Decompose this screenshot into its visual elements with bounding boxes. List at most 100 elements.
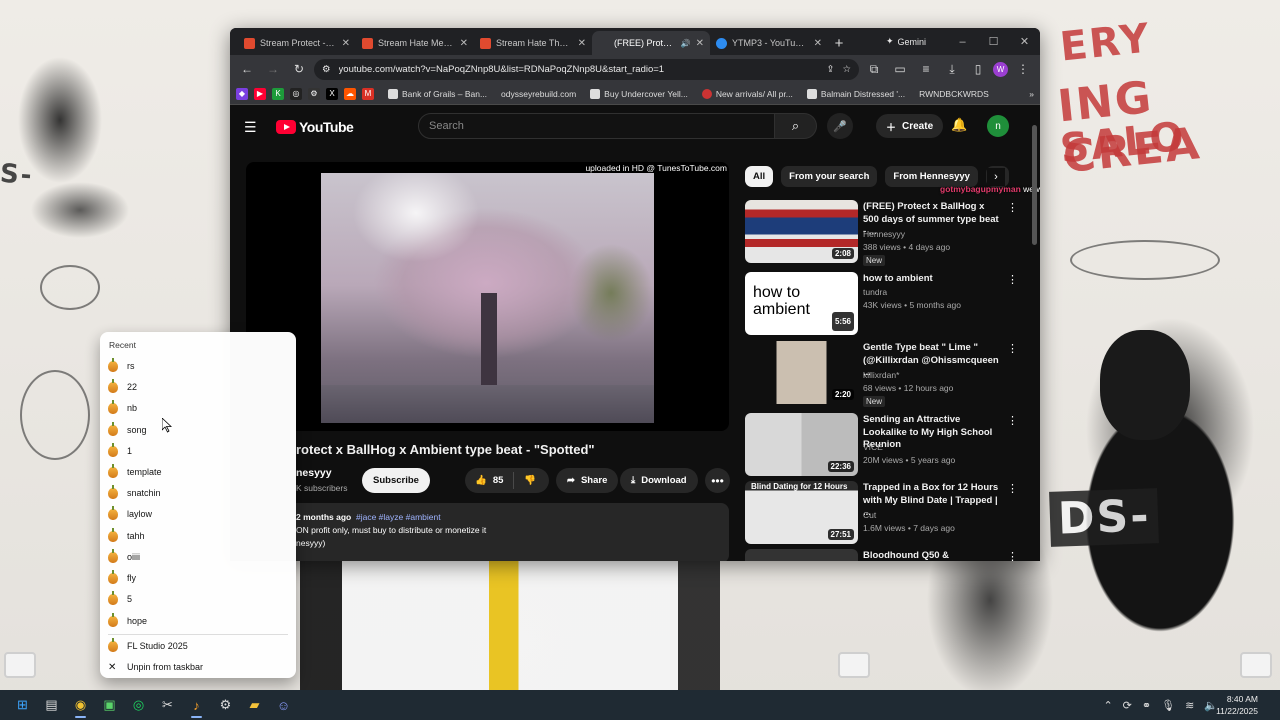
taskbar-clock[interactable]: 8:40 AM 11/22/2025 [1216, 693, 1258, 717]
discord-icon[interactable]: ☺ [269, 692, 298, 718]
gmail-icon[interactable]: M [362, 87, 374, 100]
address-bar[interactable]: ⚙ youtube.com/watch?v=NaPoqZNnp8U&list=R… [314, 58, 859, 80]
video-description[interactable]: 2 months ago #jace #layze #ambient ON pr… [246, 503, 729, 561]
reading-list-icon[interactable]: ≡ [915, 58, 937, 80]
close-window-icon[interactable]: ✕ [1009, 28, 1040, 55]
new-tab-button[interactable]: + [828, 31, 850, 55]
speaker-icon[interactable]: 🔊 [681, 39, 691, 48]
recent-file-item[interactable]: snatchin [108, 483, 288, 503]
wifi-icon[interactable]: ≋ [1185, 699, 1194, 712]
recommended-video[interactable]: Blind Dating for 12 Hours 27:51 Trapped i… [745, 481, 1025, 545]
subscribe-button[interactable]: Subscribe [362, 468, 430, 493]
bookmark-item[interactable]: odysseyrebuild.com [501, 89, 576, 99]
recent-file-item[interactable]: 5 [108, 589, 288, 609]
recent-file-item[interactable]: rs [108, 356, 288, 376]
bookmark-item[interactable]: RWNDBCKWRDS [919, 89, 989, 99]
microphone-icon[interactable]: 🎙 [1161, 699, 1175, 712]
browser-tab[interactable]: Stream Protect - Ne ✕ [238, 31, 356, 55]
browser-tab[interactable]: YTMP3 - YouTube t ✕ [710, 31, 828, 55]
recent-file-item[interactable]: oiiii [108, 547, 288, 567]
sync-icon[interactable]: ⟳ [1123, 699, 1132, 712]
search-button[interactable]: ⌕ [775, 113, 817, 139]
fl-studio-icon[interactable]: ♪ [182, 692, 211, 718]
launch-app-item[interactable]: FL Studio 2025 [108, 636, 288, 656]
recent-file-item[interactable]: hope [108, 611, 288, 631]
page-scrollbar[interactable] [1032, 105, 1037, 561]
recommended-video[interactable]: 22:36 Sending an Attractive Lookalike to… [745, 413, 1025, 477]
video-options-kebab-icon[interactable]: ⋮ [1007, 414, 1018, 427]
recent-file-item[interactable]: fly [108, 568, 288, 588]
video-thumbnail[interactable] [745, 549, 858, 561]
hamburger-menu-icon[interactable]: ☰ [244, 119, 264, 136]
steam-icon[interactable]: ⚙ [211, 692, 240, 718]
install-app-icon[interactable]: ⇪ [827, 64, 835, 75]
unpin-item[interactable]: ✕ Unpin from taskbar [108, 657, 288, 677]
chip-all[interactable]: All [745, 166, 774, 187]
recent-file-item[interactable]: tahh [108, 526, 288, 546]
sidebar-icon[interactable]: ▯ [967, 58, 989, 80]
chevron-up-icon[interactable]: ⌃ [1103, 699, 1112, 712]
recent-file-item[interactable]: 1 [108, 441, 288, 461]
youtube-bookmark-icon[interactable]: ▶ [254, 87, 266, 100]
bookmark-item[interactable]: Buy Undercover Yell... [590, 88, 688, 99]
extensions-icon[interactable]: ⧉ [863, 58, 885, 80]
channel-name[interactable]: nesyyy [296, 467, 332, 479]
recent-file-item[interactable]: nb [108, 398, 288, 418]
windows-start-icon[interactable]: ⊞ [8, 692, 37, 718]
close-icon[interactable]: ✕ [342, 38, 350, 49]
folder-icon[interactable]: ▰ [240, 692, 269, 718]
forward-icon[interactable]: → [262, 58, 284, 80]
video-options-kebab-icon[interactable]: ⋮ [1007, 273, 1018, 286]
menu-kebab-icon[interactable]: ⋮ [1012, 58, 1034, 80]
maximize-icon[interactable]: ☐ [978, 28, 1009, 55]
scrollbar-thumb[interactable] [1032, 125, 1037, 245]
gemini-button[interactable]: ✦ Gemini [878, 32, 934, 51]
browser-tab[interactable]: Stream Hate Me 2 l ✕ [356, 31, 474, 55]
android-icon[interactable]: ▣ [95, 692, 124, 718]
x-icon[interactable]: X [326, 87, 338, 100]
recommended-video[interactable]: 2:08 (FREE) Protect x BallHog x 500 days… [745, 200, 1025, 266]
network-icon[interactable]: ⚭ [1142, 699, 1151, 712]
youtube-logo[interactable]: YouTube [276, 119, 354, 135]
bookmark-item[interactable]: Balmain Distressed '... [806, 88, 905, 99]
capcut-icon[interactable]: ✂ [153, 692, 182, 718]
video-options-kebab-icon[interactable]: ⋮ [1007, 550, 1018, 561]
file-manager-icon[interactable]: ▤ [37, 692, 66, 718]
create-button[interactable]: ＋ Create [876, 114, 944, 138]
bookmark-app-icon[interactable]: ⚙ [308, 87, 320, 100]
minimize-icon[interactable]: – [947, 28, 978, 55]
share-button[interactable]: ➦ Share [556, 468, 619, 493]
bookmarks-overflow-button[interactable]: » [1029, 89, 1034, 99]
recommended-video[interactable]: Bloodhound Q50 & VonOff1700 ⋮ [745, 549, 1025, 561]
recent-file-item[interactable]: song [108, 420, 288, 440]
site-info-icon[interactable]: ⚙ [322, 64, 331, 75]
browser-tab-active[interactable]: (FREE) Protect x 🔊 ✕ [592, 31, 710, 55]
video-options-kebab-icon[interactable]: ⋮ [1007, 342, 1018, 355]
more-actions-button[interactable]: ••• [705, 468, 730, 493]
soundcloud-bookmark-icon[interactable]: ☁ [344, 87, 356, 100]
bookmark-app-icon[interactable]: ◆ [236, 87, 248, 100]
video-thumbnail[interactable]: 22:36 [745, 413, 858, 476]
video-thumbnail[interactable]: 2:08 [745, 200, 858, 263]
video-options-kebab-icon[interactable]: ⋮ [1007, 201, 1018, 214]
downloads-icon[interactable]: ⤓ [941, 58, 963, 80]
recent-file-item[interactable]: laylow [108, 504, 288, 524]
browser-tab[interactable]: Stream Hate The M ✕ [474, 31, 592, 55]
chip-from-your-search[interactable]: From your search [781, 166, 878, 187]
reload-icon[interactable]: ↻ [288, 58, 310, 80]
video-thumbnail[interactable]: 2:20 [745, 341, 858, 404]
bookmark-star-icon[interactable]: ☆ [842, 64, 851, 75]
search-input[interactable]: Search [418, 113, 775, 139]
video-thumbnail[interactable]: Blind Dating for 12 Hours 27:51 [745, 481, 858, 544]
split-view-icon[interactable]: ▭ [889, 58, 911, 80]
chrome-icon[interactable]: ◉ [66, 692, 95, 718]
recent-file-item[interactable]: 22 [108, 377, 288, 397]
recommended-video[interactable]: how to ambient 5:56 how to ambient tundra… [745, 272, 1025, 336]
video-options-kebab-icon[interactable]: ⋮ [1007, 482, 1018, 495]
recommended-video[interactable]: 2:20 Gentle Type beat " Lime " (@Killixr… [745, 341, 1025, 407]
video-player[interactable]: uploaded in HD @ TunesToTube.com [246, 162, 729, 431]
video-thumbnail[interactable]: how to ambient 5:56 [745, 272, 858, 335]
close-icon[interactable]: ✕ [578, 38, 586, 49]
voice-search-button[interactable]: 🎤 [827, 113, 853, 139]
download-button[interactable]: ⤓ Download [620, 468, 698, 493]
